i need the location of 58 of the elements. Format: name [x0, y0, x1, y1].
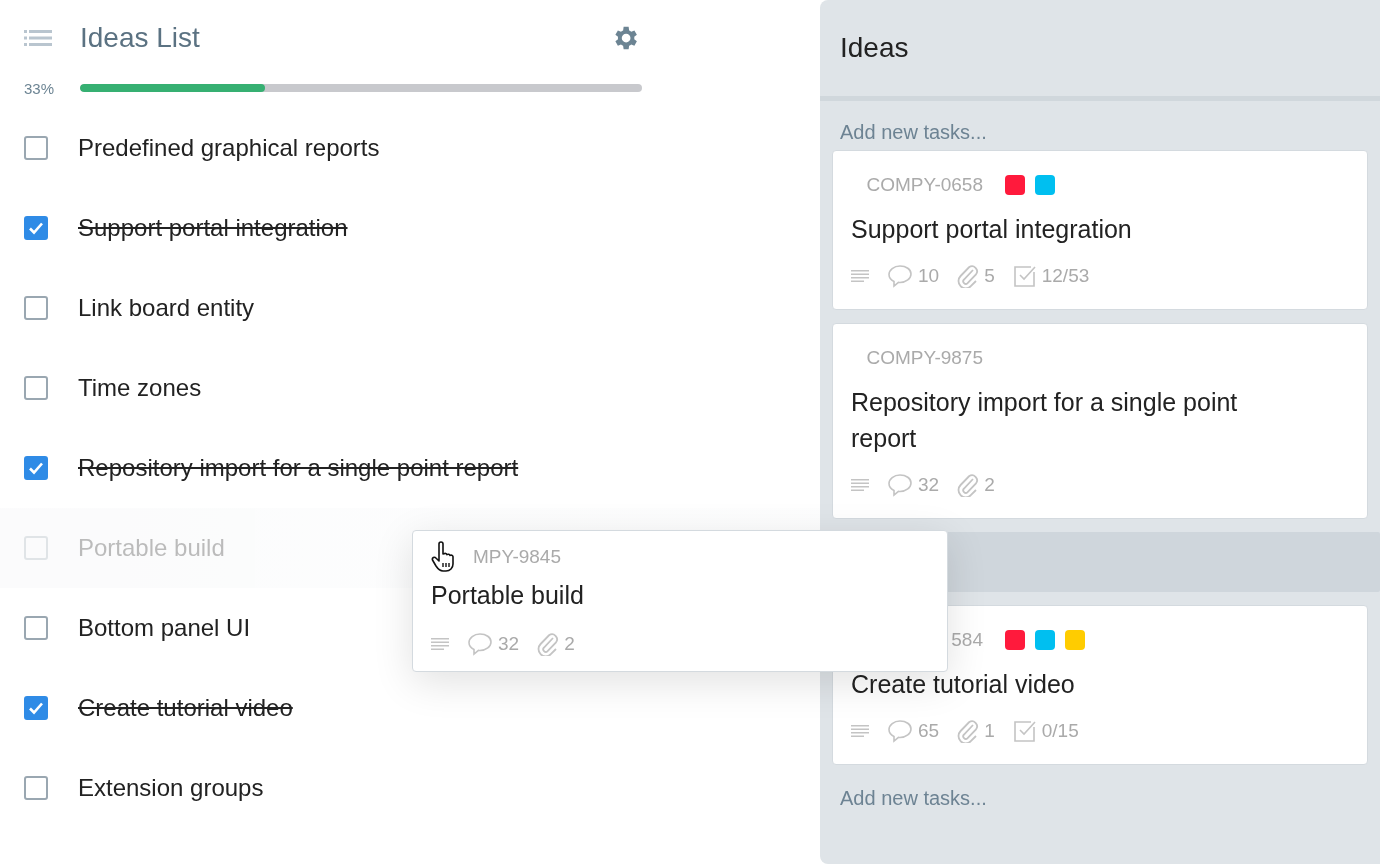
checkbox[interactable]: [24, 296, 48, 320]
task-label: Time zones: [78, 374, 202, 402]
card-title: Support portal integration: [851, 214, 1133, 245]
card-title: Create tutorial video: [851, 669, 1076, 700]
description-icon: [851, 478, 869, 492]
progress-percent: 33%: [24, 79, 56, 97]
task-label: Extension groups: [78, 774, 264, 802]
meta-count: 2: [564, 633, 575, 655]
hand-cursor-icon: [431, 541, 457, 573]
meta-count: 10: [918, 265, 940, 287]
description-icon: [851, 724, 869, 738]
checkbox[interactable]: [24, 616, 48, 640]
meta-count: 5: [984, 265, 995, 287]
task-card[interactable]: COMPY-0658 Support portal integration 10 5 12/53: [832, 150, 1368, 310]
card-title: Repository import for a single point report: [851, 387, 1239, 454]
meta-count: 32: [498, 633, 520, 655]
meta-count: 2: [984, 474, 995, 496]
dragged-card[interactable]: MPY-9845 Portable build 32 2: [412, 530, 948, 672]
comment-icon: [887, 473, 913, 497]
comment-icon: [887, 264, 913, 288]
paperclip-icon: [957, 264, 980, 288]
paperclip-icon: [957, 719, 980, 743]
checkbox[interactable]: [24, 136, 48, 160]
task-label: Link board entity: [78, 294, 255, 322]
checkbox[interactable]: [24, 376, 48, 400]
card-id: 584: [950, 629, 983, 651]
meta-count: 12/53: [1041, 265, 1090, 287]
checkbox[interactable]: [24, 456, 48, 480]
description-icon: [431, 637, 449, 651]
task-label: Repository import for a single point report: [78, 454, 519, 482]
list-title: Ideas List: [80, 22, 201, 54]
card-id: MPY-9845: [471, 546, 561, 568]
meta-count: 0/15: [1041, 720, 1079, 742]
list-icon[interactable]: [24, 28, 52, 48]
checklist-icon: [1012, 264, 1037, 288]
task-card[interactable]: 584 Create tutorial video 65 1 0/15: [832, 605, 1368, 765]
description-icon: [851, 269, 869, 283]
task-card[interactable]: COMPY-9875 Repository import for a single point report 32 2: [832, 323, 1368, 519]
checkbox[interactable]: [24, 216, 48, 240]
paperclip-icon: [537, 632, 560, 656]
meta-count: 1: [984, 720, 995, 742]
task-label: Predefined graphical reports: [78, 134, 380, 162]
comment-icon: [887, 719, 913, 743]
checklist-icon: [1012, 719, 1037, 743]
meta-count: 65: [918, 720, 940, 742]
task-label: Support portal integration: [78, 214, 348, 242]
task-label: Portable build: [78, 534, 225, 562]
task-label: Bottom panel UI: [78, 614, 251, 642]
checkbox[interactable]: [24, 776, 48, 800]
task-label: Create tutorial video: [78, 694, 293, 722]
card-id: COMPY-0658: [865, 174, 983, 196]
checkbox[interactable]: [24, 696, 48, 720]
comment-icon: [467, 632, 493, 656]
card-id: COMPY-9875: [865, 347, 983, 369]
card-title: Portable build: [431, 580, 585, 611]
meta-count: 32: [918, 474, 940, 496]
column-title: Ideas: [840, 32, 909, 64]
paperclip-icon: [957, 473, 980, 497]
